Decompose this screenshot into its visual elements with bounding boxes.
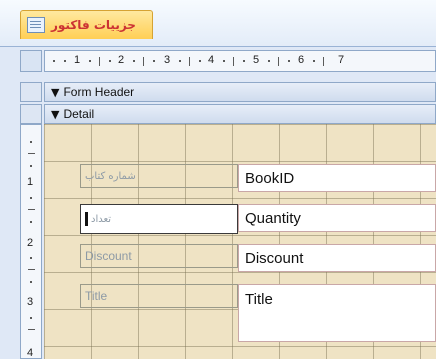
ruler-mark-3: 3 [163, 54, 171, 66]
ruler-tick [30, 317, 32, 319]
ruler-mark-4: 4 [207, 54, 215, 66]
ruler-tick [53, 60, 55, 62]
ruler-tick [153, 60, 155, 62]
textbox-quantity-value: Quantity [245, 209, 301, 227]
vertical-ruler[interactable]: 1 2 3 4 [20, 124, 42, 359]
text-caret [85, 212, 88, 226]
ruler-tick [28, 329, 35, 330]
ruler-tick [30, 141, 32, 143]
ruler-tick [189, 57, 190, 66]
textbox-quantity[interactable]: Quantity [238, 204, 436, 232]
ruler-tick [223, 60, 225, 62]
textbox-discount[interactable]: Discount [238, 244, 436, 272]
ruler-mark-1: 1 [73, 54, 81, 66]
form-selector[interactable] [20, 50, 42, 72]
tab-form-design[interactable]: جزییات فاکتور [20, 10, 153, 39]
label-book-number[interactable]: شماره کتاب [80, 164, 238, 188]
horizontal-ruler[interactable]: 1 2 3 4 5 6 7 [44, 50, 436, 72]
detail-selector[interactable] [20, 104, 42, 124]
textbox-bookid[interactable]: BookID [238, 164, 436, 192]
label-discount-text: Discount [85, 249, 132, 263]
section-arrow-icon: ▼ [51, 107, 60, 121]
form-header-label: Form Header [63, 85, 135, 99]
ruler-tick [313, 60, 315, 62]
ruler-tick [30, 165, 32, 167]
form-icon [27, 17, 45, 33]
ruler-tick [30, 281, 32, 283]
detail-section-canvas[interactable]: شماره کتاب BookID تعداد Quantity Discoun… [44, 124, 436, 359]
ruler-tick [109, 60, 111, 62]
label-quantity[interactable]: تعداد [80, 204, 238, 234]
ruler-tick [179, 60, 181, 62]
document-tab-strip: جزییات فاکتور [0, 0, 436, 47]
ruler-tick [143, 57, 144, 66]
section-arrow-icon: ▼ [51, 85, 60, 99]
ruler-tick [28, 209, 35, 210]
form-header-bar[interactable]: ▼ Form Header [44, 82, 436, 102]
tab-title: جزییات فاکتور [51, 18, 136, 32]
ruler-tick [30, 257, 32, 259]
ruler-tick [133, 60, 135, 62]
textbox-discount-value: Discount [245, 249, 304, 267]
ruler-tick [64, 60, 66, 62]
label-discount[interactable]: Discount [80, 244, 238, 268]
label-book-number-text: شماره کتاب [85, 170, 136, 182]
form-header-selector[interactable] [20, 82, 42, 102]
vruler-mark-4: 4 [27, 347, 34, 359]
detail-label: Detail [63, 107, 95, 121]
vruler-mark-2: 2 [27, 237, 34, 249]
textbox-title[interactable]: Title [238, 284, 436, 342]
ruler-tick [99, 57, 100, 66]
ruler-tick [30, 197, 32, 199]
vruler-mark-3: 3 [27, 296, 34, 308]
label-title[interactable]: Title [80, 284, 238, 308]
ruler-tick [233, 57, 234, 66]
ruler-tick [89, 60, 91, 62]
detail-bar[interactable]: ▼ Detail [44, 104, 436, 124]
textbox-title-value: Title [245, 291, 273, 308]
ruler-tick [28, 269, 35, 270]
ruler-tick [199, 60, 201, 62]
ruler-tick [288, 60, 290, 62]
ruler-mark-6: 6 [297, 54, 305, 66]
textbox-bookid-value: BookID [245, 169, 295, 187]
ruler-tick [243, 60, 245, 62]
label-title-text: Title [85, 289, 108, 303]
ruler-mark-2: 2 [117, 54, 125, 66]
ruler-tick [30, 221, 32, 223]
label-quantity-text: تعداد [91, 213, 112, 225]
form-design-window: جزییات فاکتور 1 2 3 4 5 6 7 ▼ Form Heade… [0, 0, 436, 359]
ruler-mark-7: 7 [337, 54, 345, 66]
ruler-mark-5: 5 [252, 54, 260, 66]
ruler-tick [278, 57, 279, 66]
ruler-tick [28, 153, 35, 154]
ruler-tick [323, 57, 324, 66]
vruler-mark-1: 1 [27, 176, 34, 188]
ruler-tick [268, 60, 270, 62]
